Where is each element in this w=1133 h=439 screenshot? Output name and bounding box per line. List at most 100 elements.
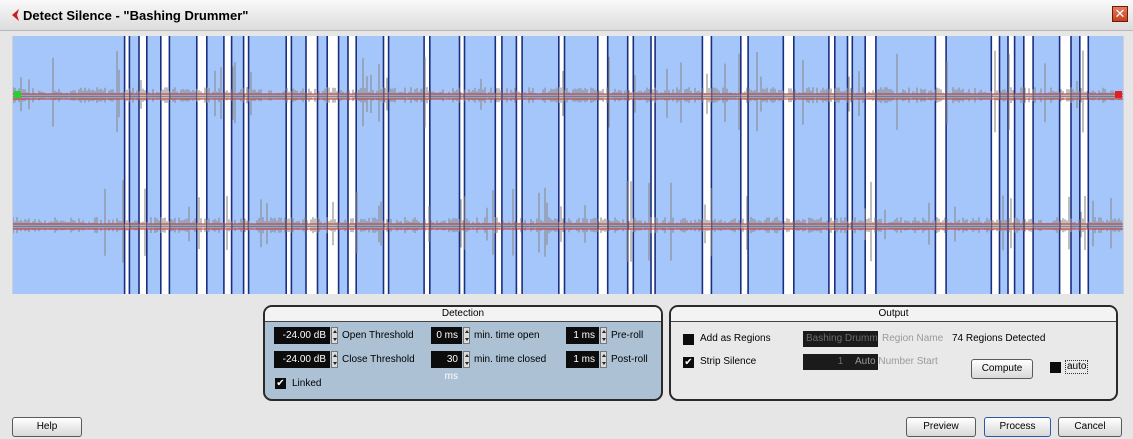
silence-stripe	[1060, 36, 1071, 294]
strip-silence-label: Strip Silence	[700, 356, 757, 367]
help-button[interactable]: Help	[12, 417, 82, 437]
close-threshold-field[interactable]: -24.00 dB	[274, 351, 330, 368]
output-panel: Output Add as Regions ✔ Strip Silence Ba…	[669, 305, 1118, 401]
pre-roll-field[interactable]: 1 ms	[566, 327, 599, 344]
region-marker	[654, 36, 656, 294]
region-marker	[1087, 36, 1090, 294]
post-roll-label: Post-roll	[611, 354, 648, 365]
region-marker	[990, 36, 993, 294]
output-title: Output	[671, 307, 1116, 322]
open-threshold-label: Open Threshold	[342, 330, 414, 341]
silence-stripe	[651, 36, 655, 294]
post-roll-field[interactable]: 1 ms	[566, 351, 599, 368]
region-marker	[1079, 36, 1081, 294]
window-title: Detect Silence - "Bashing Drummer"	[23, 8, 249, 23]
region-marker	[846, 36, 849, 294]
open-threshold-spinner[interactable]	[331, 327, 338, 344]
pre-roll-label: Pre-roll	[611, 330, 644, 341]
linked-label: Linked	[292, 378, 322, 389]
silence-stripe	[1080, 36, 1088, 294]
region-name-label: Region Name	[882, 333, 944, 344]
silence-stripe	[741, 36, 748, 294]
title-bar: Detect Silence - "Bashing Drummer" ✕	[0, 0, 1133, 31]
region-marker	[1058, 36, 1061, 294]
region-marker	[793, 36, 795, 294]
region-marker	[834, 36, 836, 294]
region-marker	[326, 36, 328, 294]
region-marker	[851, 36, 854, 294]
region-marker	[337, 36, 340, 294]
region-marker	[747, 36, 749, 294]
region-marker	[632, 36, 635, 294]
open-threshold-field[interactable]: -24.00 dB	[274, 327, 330, 344]
silence-stripe	[327, 36, 339, 294]
region-marker	[458, 36, 461, 294]
min-time-open-label: min. time open	[474, 330, 540, 341]
region-marker	[138, 36, 140, 294]
close-icon[interactable]: ✕	[1112, 6, 1128, 22]
region-marker	[146, 36, 148, 294]
region-marker	[123, 36, 126, 294]
pre-roll-spinner[interactable]	[600, 327, 607, 344]
region-marker	[168, 36, 171, 294]
silence-stripe	[783, 36, 794, 294]
region-marker	[247, 36, 250, 294]
preview-button[interactable]: Preview	[906, 417, 976, 437]
silence-stripe	[197, 36, 207, 294]
region-marker	[782, 36, 785, 294]
silence-stripe	[829, 36, 835, 294]
region-marker	[206, 36, 208, 294]
min-time-closed-field[interactable]: 30 ms	[431, 351, 462, 382]
auto-label: auto	[1065, 360, 1089, 374]
cancel-button[interactable]: Cancel	[1058, 417, 1122, 437]
region-marker	[285, 36, 287, 294]
min-time-closed-label: min. time closed	[474, 354, 547, 365]
min-time-closed-spinner[interactable]	[463, 351, 470, 368]
region-marker	[223, 36, 225, 294]
region-marker	[196, 36, 198, 294]
waveform-channel-2	[13, 180, 1122, 263]
region-marker	[515, 36, 518, 294]
region-marker	[382, 36, 385, 294]
close-threshold-spinner[interactable]	[331, 351, 338, 368]
silence-stripe	[598, 36, 608, 294]
region-marker	[597, 36, 599, 294]
region-marker	[650, 36, 652, 294]
silence-stripe	[224, 36, 232, 294]
min-time-open-field[interactable]: 0 ms	[431, 327, 462, 344]
detection-title: Detection	[265, 307, 661, 322]
min-time-open-spinner[interactable]	[463, 327, 470, 344]
start-marker	[14, 91, 21, 98]
silence-stripe	[286, 36, 291, 294]
silence-stripe	[383, 36, 389, 294]
region-marker	[305, 36, 307, 294]
region-marker	[1013, 36, 1016, 294]
region-marker	[701, 36, 704, 294]
linked-checkbox[interactable]: ✔	[275, 378, 286, 389]
waveform-display[interactable]	[12, 36, 1124, 294]
region-marker	[429, 36, 431, 294]
silence-stripe	[348, 36, 356, 294]
region-name-field[interactable]: Bashing Drummer	[803, 331, 878, 347]
region-marker	[1070, 36, 1072, 294]
waveform-canvas	[13, 36, 1123, 294]
silence-stripe	[1024, 36, 1033, 294]
region-marker	[828, 36, 830, 294]
region-marker	[563, 36, 566, 294]
region-marker	[242, 36, 245, 294]
compute-button[interactable]: Compute	[971, 359, 1033, 379]
silence-stripe	[935, 36, 946, 294]
add-as-regions-checkbox[interactable]	[683, 334, 694, 345]
app-icon	[12, 9, 19, 21]
region-marker	[160, 36, 162, 294]
strip-silence-checkbox[interactable]: ✔	[683, 357, 694, 368]
region-marker	[1023, 36, 1025, 294]
detection-panel: Detection -24.00 dB Open Threshold -24.0…	[263, 305, 663, 401]
region-marker	[1032, 36, 1034, 294]
region-marker	[934, 36, 937, 294]
auto-checkbox[interactable]	[1050, 362, 1061, 373]
post-roll-spinner[interactable]	[600, 351, 607, 368]
process-button[interactable]: Process	[984, 417, 1051, 437]
region-marker	[290, 36, 293, 294]
end-marker	[1115, 91, 1122, 98]
